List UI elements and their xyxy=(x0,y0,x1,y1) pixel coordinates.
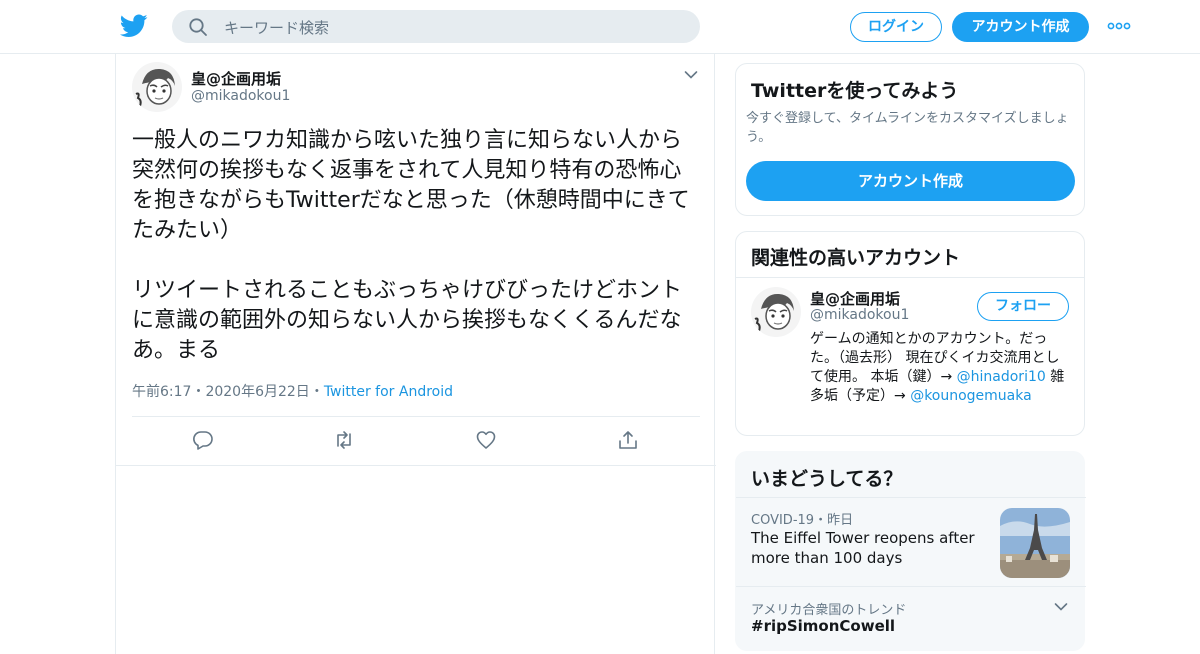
trends-card: いまどうしてる？ COVID-19・昨日 The Eiffel Tower re… xyxy=(735,451,1086,651)
tweet-actions xyxy=(116,429,716,453)
card-title: いまどうしてる？ xyxy=(751,468,903,490)
more-options-icon[interactable] xyxy=(1107,20,1131,32)
divider xyxy=(116,465,716,466)
meta-separator: ・ xyxy=(814,513,828,528)
search-icon xyxy=(189,18,207,36)
retweet-icon[interactable] xyxy=(333,429,355,451)
chevron-down-icon[interactable] xyxy=(684,70,698,80)
tweet-detail: 皇@企画用垢 @mikadokou1 一般人のニワカ知識から呟いた独り言に知らな… xyxy=(115,54,716,654)
trend-hashtag[interactable]: #ripSimonCowell xyxy=(751,617,895,635)
meta-separator: ・ xyxy=(191,384,206,400)
trend-category: COVID-19 xyxy=(751,513,815,528)
related-accounts-card: 関連性の高いアカウント 皇@企画用垢 @mikadokou1 フォロー ゲームの… xyxy=(735,231,1085,436)
search-placeholder[interactable]: キーワード検索 xyxy=(224,17,329,38)
trend-time: 昨日 xyxy=(827,513,854,528)
author-name[interactable]: 皇@企画用垢 xyxy=(191,68,281,89)
login-button[interactable]: ログイン xyxy=(850,12,942,42)
card-description: 今すぐ登録して、タイムラインをカスタマイズしましょう。 xyxy=(746,111,1069,145)
trend-thumbnail[interactable] xyxy=(1000,508,1070,578)
signup-button[interactable]: アカウント作成 xyxy=(952,12,1089,42)
chevron-down-icon[interactable] xyxy=(1054,602,1068,612)
eiffel-tower-image xyxy=(1000,508,1070,578)
mention-link[interactable]: @hinadori10 xyxy=(957,369,1046,385)
tweet-paragraph: リツイートされることもぶっちゃけびびったけどホントに意識の範囲外の知らない人から… xyxy=(132,278,683,363)
tweet-source[interactable]: Twitter for Android xyxy=(324,384,453,400)
card-title: Twitterを使ってみよう xyxy=(751,80,959,102)
top-header: キーワード検索 ログイン アカウント作成 xyxy=(0,0,1200,54)
card-title: 関連性の高いアカウント xyxy=(751,247,961,269)
account-name[interactable]: 皇@企画用垢 xyxy=(810,288,900,309)
tweet-paragraph: 一般人のニワカ知識から呟いた独り言に知らない人から突然何の挨拶もなく返事をされて… xyxy=(132,128,690,243)
divider xyxy=(736,277,1084,278)
search-bar[interactable]: キーワード検索 xyxy=(172,10,700,43)
like-icon[interactable] xyxy=(475,429,497,451)
create-account-button[interactable]: アカウント作成 xyxy=(746,161,1075,201)
tweet-meta: 午前6:17・2020年6月22日・Twitter for Android xyxy=(132,381,453,401)
signup-card: Twitterを使ってみよう 今すぐ登録して、タイムラインをカスタマイズしましょ… xyxy=(735,63,1085,216)
meta-separator: ・ xyxy=(309,384,324,400)
twitter-bird-icon[interactable] xyxy=(120,13,148,39)
avatar-illustration xyxy=(132,62,182,112)
trend-meta: アメリカ合衆国のトレンド xyxy=(751,603,907,618)
trend-meta: COVID-19・昨日 xyxy=(751,509,853,528)
tweet-date[interactable]: 2020年6月22日 xyxy=(205,384,309,400)
trend-item[interactable]: COVID-19・昨日 The Eiffel Tower reopens aft… xyxy=(736,498,1086,586)
reply-icon[interactable] xyxy=(192,429,214,451)
tweet-time[interactable]: 午前6:17 xyxy=(132,384,191,400)
author-handle[interactable]: @mikadokou1 xyxy=(191,88,290,104)
avatar-illustration xyxy=(751,287,801,337)
divider xyxy=(132,416,700,417)
mention-link[interactable]: @kounogemuaka xyxy=(910,388,1032,404)
tweet-text: 一般人のニワカ知識から呟いた独り言に知らない人から突然何の挨拶もなく返事をされて… xyxy=(132,126,702,396)
account-bio: ゲームの通知とかのアカウント。だった。（過去形） 現在ぴくイカ交流用として使用。… xyxy=(810,330,1072,406)
trend-headline[interactable]: The Eiffel Tower reopens after more than… xyxy=(751,528,996,568)
avatar[interactable] xyxy=(751,287,801,337)
avatar[interactable] xyxy=(132,62,182,112)
account-handle[interactable]: @mikadokou1 xyxy=(810,307,909,323)
divider xyxy=(736,586,1086,587)
share-icon[interactable] xyxy=(617,429,639,451)
follow-button[interactable]: フォロー xyxy=(977,292,1069,321)
